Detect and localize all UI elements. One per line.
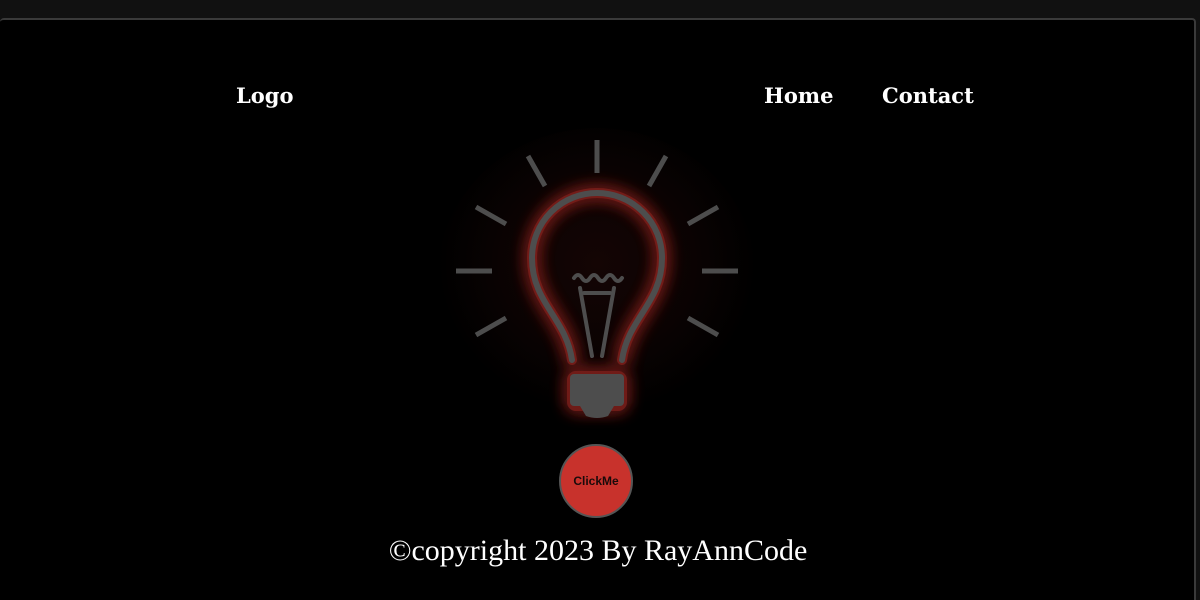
clickme-button[interactable]: ClickMe: [559, 444, 633, 518]
copyright-text: ©copyright 2023 By RayAnnCode: [388, 534, 808, 567]
lightbulb-icon: [437, 128, 757, 428]
logo[interactable]: Logo: [236, 85, 293, 106]
nav-link-home[interactable]: Home: [764, 85, 833, 106]
nav-link-contact[interactable]: Contact: [882, 85, 974, 106]
